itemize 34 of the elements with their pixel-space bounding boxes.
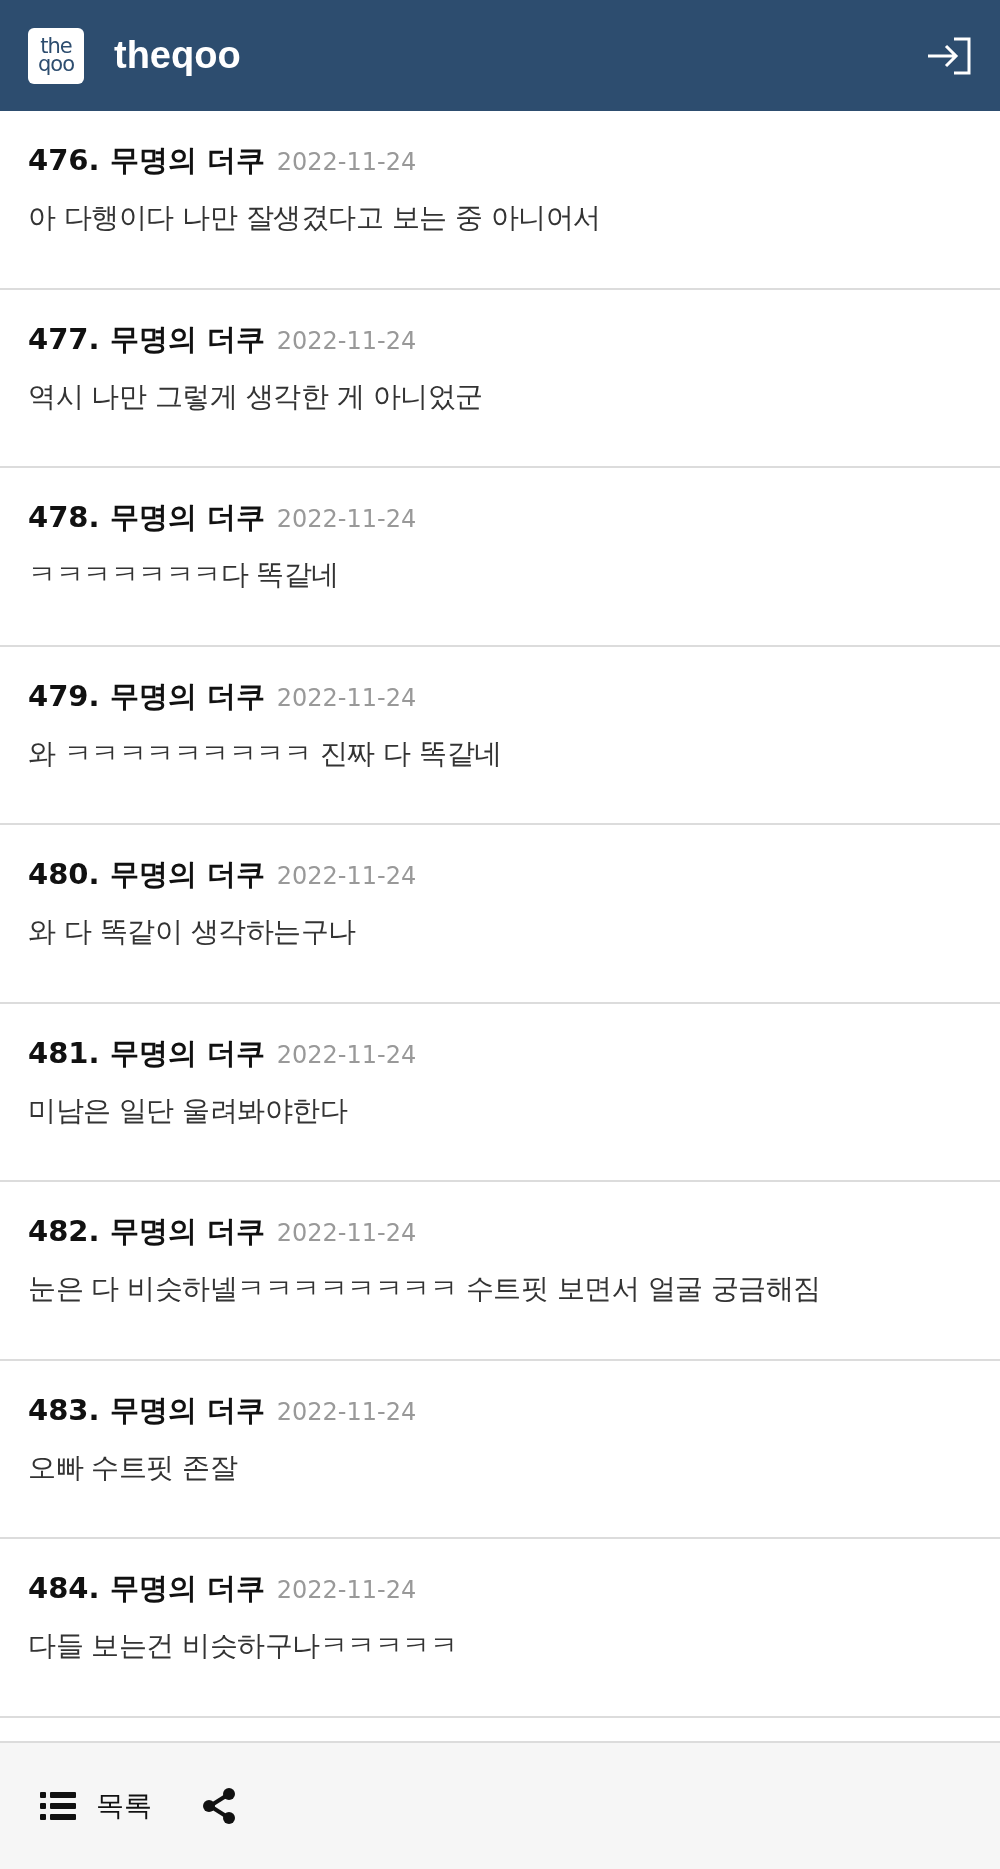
site-title[interactable]: theqoo: [114, 34, 896, 77]
comment-date: 2022-11-24: [276, 683, 417, 712]
comment-author: 476. 무명의 더쿠: [28, 142, 265, 179]
comment-author: 481. 무명의 더쿠: [28, 1034, 265, 1072]
comment-date: 2022-11-24: [276, 1397, 417, 1426]
comment-date: 2022-11-24: [276, 505, 417, 533]
comment-text: 눈은 다 비슷하넬ㅋㅋㅋㅋㅋㅋㅋㅋ 수트핏 보면서 얼굴 궁금해짐: [28, 1271, 822, 1307]
comment-author: 478. 무명의 더쿠: [28, 499, 265, 536]
share-button[interactable]: [202, 1786, 236, 1825]
comment-date: 2022-11-24: [276, 862, 417, 890]
logo[interactable]: the qoo: [28, 27, 84, 84]
comment-text: 와 다 똑같이 생각하는구나: [28, 914, 357, 950]
list-icon: [40, 1790, 76, 1821]
comment-author: 483. 무명의 더쿠: [28, 1391, 265, 1429]
comment-author: 484. 무명의 더쿠: [28, 1570, 265, 1607]
comment-author: 482. 무명의 더쿠: [28, 1213, 265, 1250]
comment-date: 2022-11-24: [276, 1040, 417, 1069]
comment-date: 2022-11-24: [276, 326, 417, 355]
comment-date: 2022-11-24: [276, 1219, 417, 1247]
comment-author: 480. 무명의 더쿠: [28, 856, 265, 893]
comment-text: 다들 보는건 비슷하구나ㅋㅋㅋㅋㅋ: [28, 1628, 459, 1664]
comment-text: 미남은 일단 울려봐야한다: [28, 1092, 349, 1129]
comment-date: 2022-11-24: [276, 148, 417, 176]
comment-date: 2022-11-24: [276, 1576, 417, 1604]
comment-author: 477. 무명의 더쿠: [28, 320, 265, 358]
comment-text: 아 다행이다 나만 잘생겼다고 보는 중 아니어서: [28, 200, 602, 236]
comment-text: ㅋㅋㅋㅋㅋㅋㅋ다 똑같네: [28, 557, 340, 593]
comment-text: 역시 나만 그렇게 생각한 게 아니었군: [28, 378, 484, 415]
list-button[interactable]: 목록: [40, 1786, 152, 1825]
comment-text: 와 ㅋㅋㅋㅋㅋㅋㅋㅋㅋ 진짜 다 똑같네: [28, 735, 503, 772]
comment-text: 오빠 수트핏 존잘: [28, 1449, 239, 1486]
share-icon: [202, 1786, 236, 1825]
login-icon[interactable]: [926, 35, 972, 76]
comment-author: 479. 무명의 더쿠: [28, 677, 265, 715]
